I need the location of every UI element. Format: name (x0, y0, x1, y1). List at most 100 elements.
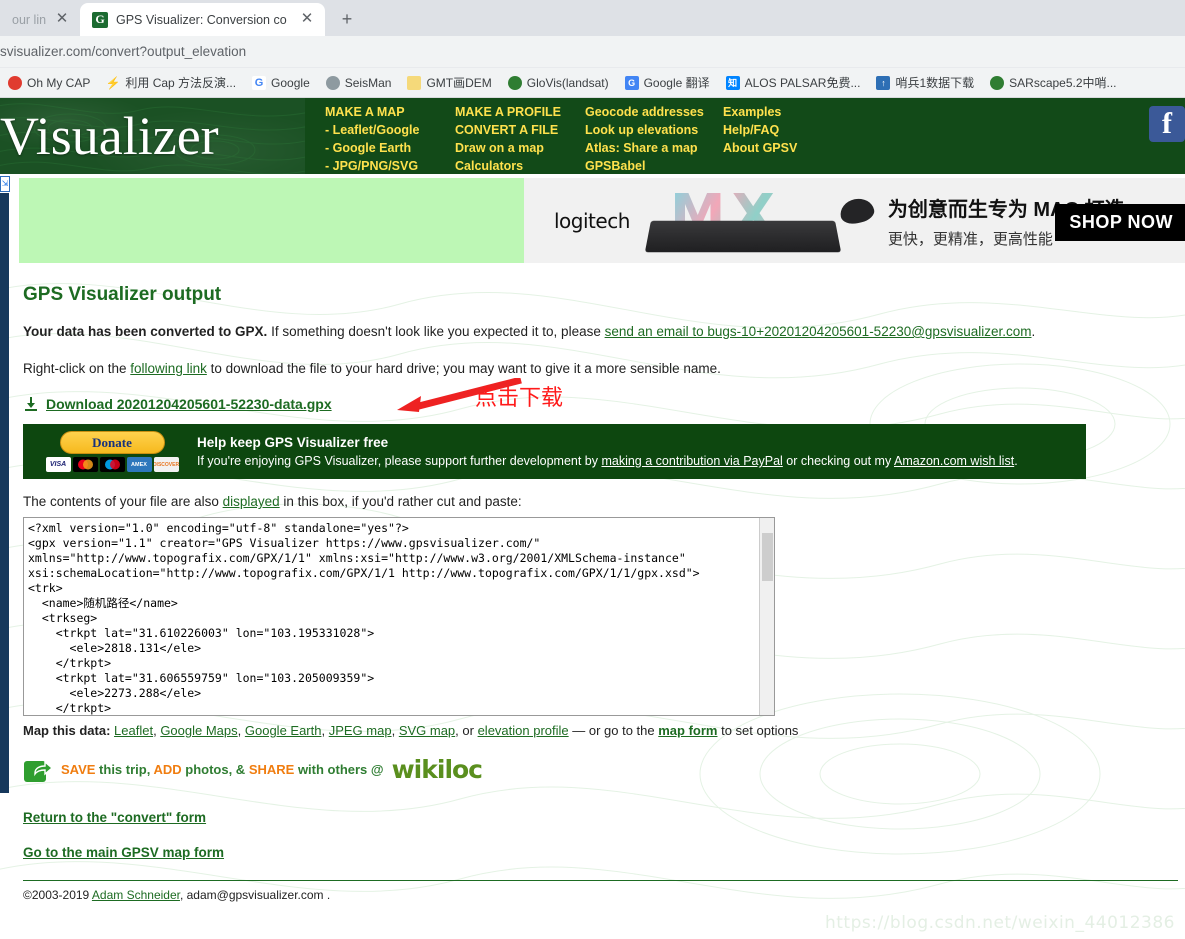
wikiloc-save: SAVE (61, 762, 96, 777)
zhihu-icon: 知 (725, 75, 740, 90)
site-logo[interactable]: Visualizer (0, 98, 305, 174)
gpx-output-textarea[interactable]: <?xml version="1.0" encoding="utf-8" sta… (23, 517, 775, 716)
visa-card-icon: VISA (45, 457, 71, 472)
google-maps-link[interactable]: Google Maps (160, 723, 237, 738)
author-link[interactable]: Adam Schneider (92, 888, 180, 902)
gpx-output-text: <?xml version="1.0" encoding="utf-8" sta… (28, 521, 700, 715)
contents-text-1: The contents of your file are also (23, 494, 223, 509)
nav-link[interactable]: Calculators (455, 157, 585, 174)
go-to-main-map-form-link[interactable]: Go to the main GPSV map form (23, 845, 1178, 860)
logitech-logo: logitech (554, 208, 630, 233)
bug-report-email-link[interactable]: send an email to bugs-10+20201204205601-… (605, 324, 1032, 339)
page-body: ⇲ logitech MX 为创意而生专为 MAC 打造 更快，更精准，更高性能… (0, 174, 1185, 939)
browser-tab-inactive[interactable]: our lines A ✕ (0, 3, 80, 36)
nav-link[interactable]: Atlas: Share a map (585, 139, 723, 157)
download-icon (25, 397, 37, 411)
map-tail-1: — or go to the (568, 723, 659, 738)
wikiloc-add: ADD (153, 762, 182, 777)
donate-body-3: . (1014, 454, 1018, 468)
close-icon[interactable]: ✕ (54, 11, 70, 28)
shop-now-button[interactable]: SHOP NOW (1055, 204, 1185, 241)
bookmark-item[interactable]: GMT画DEM (399, 74, 499, 91)
bookmark-label: GloVis(landsat) (526, 75, 609, 90)
nav-link[interactable]: - Leaflet/Google (325, 121, 455, 139)
satellite-icon: ↑ (876, 75, 891, 90)
site-header: Visualizer MAKE A MAP - Leaflet/Google - G… (0, 98, 1185, 174)
nav-link[interactable]: - JPG/PNG/SVG (325, 157, 455, 174)
donate-button[interactable]: Donate (59, 431, 165, 454)
globe-gray-icon (325, 75, 340, 90)
textarea-scrollbar[interactable]: ▲ (759, 518, 774, 715)
nav-link[interactable]: Look up elevations (585, 121, 723, 139)
nav-link[interactable]: Geocode addresses (585, 103, 723, 121)
map-form-link[interactable]: map form (658, 723, 717, 738)
bookmark-label: Google 翻译 (643, 76, 710, 90)
bookmark-label: ALOS PALSAR免费... (744, 76, 861, 90)
rightclick-instruction-paragraph: Right-click on the following link to dow… (23, 359, 1178, 379)
nav-link[interactable]: Help/FAQ (723, 121, 833, 139)
ad-left-panel (19, 178, 524, 263)
nav-link[interactable]: MAKE A MAP (325, 103, 455, 121)
nav-link[interactable]: CONVERT A FILE (455, 121, 585, 139)
paypal-contribution-link[interactable]: making a contribution via PayPal (601, 454, 782, 468)
nav-link[interactable]: Draw on a map (455, 139, 585, 157)
nav-link[interactable]: About GPSV (723, 139, 833, 157)
contents-text-2: in this box, if you'd rather cut and pas… (279, 494, 522, 509)
rightclick-text-2: to download the file to your hard drive;… (206, 361, 721, 376)
bookmark-item[interactable]: G Google (244, 75, 318, 90)
bookmark-item[interactable]: Oh My CAP (0, 75, 98, 90)
wikiloc-logo: wikiloc (391, 755, 483, 784)
map-or-text: , or (455, 723, 478, 738)
bookmark-item[interactable]: SARscape5.2中哨... (982, 74, 1124, 91)
following-link[interactable]: following link (130, 361, 207, 376)
conversion-status-paragraph: Your data has been converted to GPX. If … (23, 322, 1178, 342)
leaflet-link[interactable]: Leaflet (114, 723, 153, 738)
nav-link[interactable]: - Google Earth (325, 139, 455, 157)
download-row: Download 20201204205601-52230-data.gpx 点… (23, 378, 1178, 412)
browser-tab-active[interactable]: G GPS Visualizer: Conversion co ✕ (80, 3, 325, 36)
bookmark-label: GMT画DEM (426, 76, 492, 90)
keyboard-icon (644, 220, 841, 252)
nav-link[interactable]: MAKE A PROFILE (455, 103, 585, 121)
bookmark-item[interactable]: SeisMan (318, 75, 400, 90)
globe-icon (990, 75, 1005, 90)
conversion-status-rest: If something doesn't look like you expec… (267, 324, 605, 339)
gps-visualizer-favicon-icon: G (92, 11, 108, 28)
bookmark-item[interactable]: ⚡ 利用 Cap 方法反演... (98, 74, 244, 91)
bookmark-item[interactable]: G Google 翻译 (617, 74, 718, 91)
map-tail-2: to set options (717, 723, 799, 738)
footer-divider (23, 880, 1178, 881)
bookmark-item[interactable]: ↑ 哨兵1数据下载 (868, 74, 982, 91)
wikiloc-row[interactable]: SAVE this trip, ADD photos, & SHARE with… (23, 755, 1178, 784)
close-icon[interactable]: ✕ (299, 11, 315, 28)
bookmark-label: Google (271, 75, 310, 90)
wikiloc-caption: SAVE this trip, ADD photos, & SHARE with… (61, 762, 384, 777)
elevation-profile-link[interactable]: elevation profile (478, 723, 569, 738)
address-bar[interactable]: svisualizer.com/convert?output_elevation (0, 36, 1185, 68)
bookmark-item[interactable]: GloVis(landsat) (500, 75, 617, 90)
site-nav: MAKE A MAP - Leaflet/Google - Google Earth… (305, 98, 1133, 174)
url-text: svisualizer.com/convert?output_elevation (0, 44, 247, 59)
displayed-link[interactable]: displayed (223, 494, 280, 509)
scrollbar-thumb[interactable] (762, 533, 773, 581)
conversion-status-period: . (1031, 324, 1036, 339)
nav-link[interactable]: GPSBabel (585, 157, 723, 174)
jpeg-map-link[interactable]: JPEG map (329, 723, 392, 738)
download-gpx-link[interactable]: Download 20201204205601-52230-data.gpx (46, 396, 332, 412)
amazon-wishlist-link[interactable]: Amazon.com wish list (894, 454, 1014, 468)
nav-link[interactable]: Examples (723, 103, 833, 121)
bookmarks-bar: Oh My CAP ⚡ 利用 Cap 方法反演... G Google SeisMan GM… (0, 68, 1185, 98)
google-earth-link[interactable]: Google Earth (245, 723, 322, 738)
wikiloc-share: SHARE (248, 762, 295, 777)
return-to-convert-form-link[interactable]: Return to the "convert" form (23, 810, 1178, 825)
sidebar-expand-icon[interactable]: ⇲ (0, 176, 10, 192)
svg-map-link[interactable]: SVG map (399, 723, 455, 738)
advertisement-banner[interactable]: logitech MX 为创意而生专为 MAC 打造 更快，更精准，更高性能 S… (19, 178, 1185, 263)
bolt-icon: ⚡ (106, 75, 121, 90)
new-tab-button[interactable]: + (333, 5, 361, 33)
share-icon (24, 759, 53, 782)
bookmark-item[interactable]: 知 ALOS PALSAR免费... (718, 74, 869, 91)
ad-product-image: MX (640, 181, 876, 261)
facebook-icon[interactable]: f (1149, 106, 1185, 142)
bookmark-label: 哨兵1数据下载 (895, 76, 975, 90)
